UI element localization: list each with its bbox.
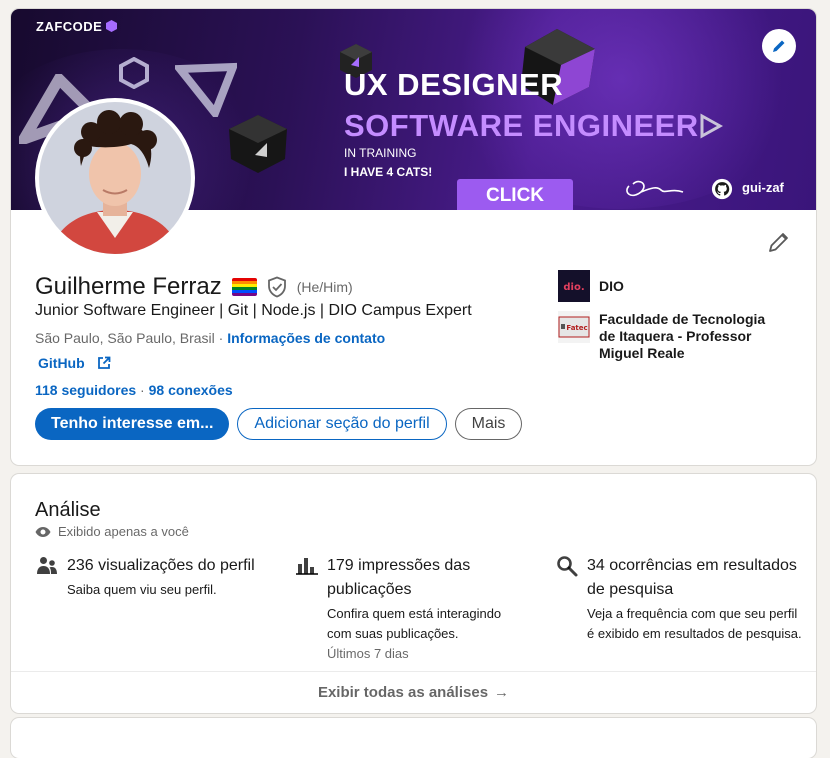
- pencil-icon: [773, 40, 785, 52]
- zafcode-logo: ZAFCODE: [36, 19, 118, 34]
- private-note-text: Exibido apenas a você: [58, 524, 189, 539]
- edit-banner-button[interactable]: [762, 29, 796, 63]
- cube-shape-bottom: [229, 115, 287, 173]
- open-to-button[interactable]: Tenho interesse em...: [35, 408, 230, 440]
- website-link-label: GitHub: [38, 355, 85, 371]
- analytics-private-note: Exibido apenas a você: [35, 524, 189, 539]
- location-separator: ·: [214, 330, 228, 346]
- profile-headline: Junior Software Engineer | Git | Node.js…: [35, 302, 472, 319]
- profile-name: Guilherme Ferraz: [35, 273, 222, 300]
- github-logo-icon: [711, 178, 733, 200]
- more-button[interactable]: Mais: [454, 408, 523, 440]
- metric-post-impressions[interactable]: 179 impressões das publicações Confira q…: [295, 554, 517, 664]
- analytics-card: Análise Exibido apenas a você 236 visual…: [11, 474, 816, 713]
- metric-impressions-desc: Confira quem está interagindo com suas p…: [327, 606, 502, 641]
- followers-link[interactable]: 118 seguidores: [35, 382, 136, 398]
- stats-separator: ·: [136, 382, 149, 398]
- external-link-icon: [97, 356, 111, 369]
- metric-views-title: 236 visualizações do perfil: [67, 557, 255, 574]
- fatec-logo-text: Fatec: [566, 324, 587, 332]
- add-profile-section-button[interactable]: Adicionar seção do perfil: [237, 408, 447, 440]
- fatec-logo-icon: Fatec: [558, 311, 590, 343]
- metric-impressions-period: Últimos 7 dias: [327, 646, 409, 661]
- metric-searches-desc: Veja a frequência com que seu perfil é e…: [587, 606, 802, 641]
- metric-views-desc: Saiba quem viu seu perfil.: [67, 582, 217, 597]
- banner-line-cats: I HAVE 4 CATS!: [344, 165, 433, 179]
- banner-line-software-engineer: SOFTWARE ENGINEER: [344, 108, 699, 143]
- avatar-image: [39, 102, 191, 254]
- search-icon: [557, 556, 578, 577]
- eye-icon: [35, 526, 51, 537]
- profile-photo[interactable]: [35, 98, 195, 258]
- metric-profile-views[interactable]: 236 visualizações do perfil Saiba quem v…: [35, 554, 267, 600]
- banner-line-ux-designer: UX DESIGNER: [344, 67, 564, 102]
- edit-profile-button[interactable]: [767, 230, 791, 254]
- network-stats: 118 seguidores · 98 conexões: [35, 382, 233, 398]
- website-link[interactable]: GitHub: [38, 355, 111, 371]
- experience-item-fatec[interactable]: Fatec Faculdade de Tecnologia de Itaquer…: [558, 311, 784, 362]
- contact-info-link[interactable]: Informações de contato: [227, 330, 385, 346]
- banner-line-in-training: IN TRAINING: [344, 146, 417, 160]
- metric-impressions-title: 179 impressões das publicações: [327, 557, 471, 598]
- profile-card: ZAFCODE UX DESIGNER SOFTWARE ENGINEER IN…: [11, 9, 816, 465]
- profile-pronouns: (He/Him): [296, 279, 353, 295]
- pride-flag-icon: [231, 278, 257, 296]
- experience-item-dio[interactable]: dio. DIO: [558, 270, 624, 302]
- metric-searches-title: 34 ocorrências em resultados de pesquisa: [587, 557, 797, 598]
- dio-logo-text: dio.: [563, 282, 584, 293]
- bar-chart-icon: [296, 558, 318, 575]
- zafcode-logo-text: ZAFCODE: [36, 19, 103, 34]
- metric-search-appearances[interactable]: 34 ocorrências em resultados de pesquisa…: [555, 554, 802, 644]
- next-section-card: [11, 718, 816, 758]
- show-all-analytics-button[interactable]: Exibir todas as análises →: [11, 672, 816, 713]
- banner-github-handle: gui-zaf: [742, 180, 784, 195]
- experience-label-dio: DIO: [599, 278, 624, 294]
- play-arrow-icon: [700, 113, 723, 139]
- verified-shield-icon[interactable]: [267, 276, 287, 298]
- connections-link[interactable]: 98 conexões: [149, 382, 233, 398]
- experience-label-fatec: Faculdade de Tecnologia de Itaquera - Pr…: [599, 311, 766, 361]
- banner-click-here: CLICK HERE: [457, 179, 573, 210]
- hexagon-shape: [119, 57, 149, 89]
- dio-logo-icon: dio.: [558, 270, 590, 302]
- profile-name-row: Guilherme Ferraz (He/Him): [35, 273, 353, 301]
- profile-actions: Tenho interesse em... Adicionar seção do…: [35, 408, 523, 440]
- show-all-analytics-label: Exibir todas as análises: [317, 684, 489, 701]
- profile-location-row: São Paulo, São Paulo, Brasil · Informaçõ…: [35, 330, 385, 346]
- triangle-shape-mid: [175, 62, 237, 117]
- profile-location: São Paulo, São Paulo, Brasil: [35, 330, 215, 346]
- people-icon: [37, 557, 57, 574]
- analytics-title: Análise: [35, 499, 101, 521]
- arrow-right-icon: →: [494, 684, 510, 701]
- signature-icon: [626, 180, 684, 197]
